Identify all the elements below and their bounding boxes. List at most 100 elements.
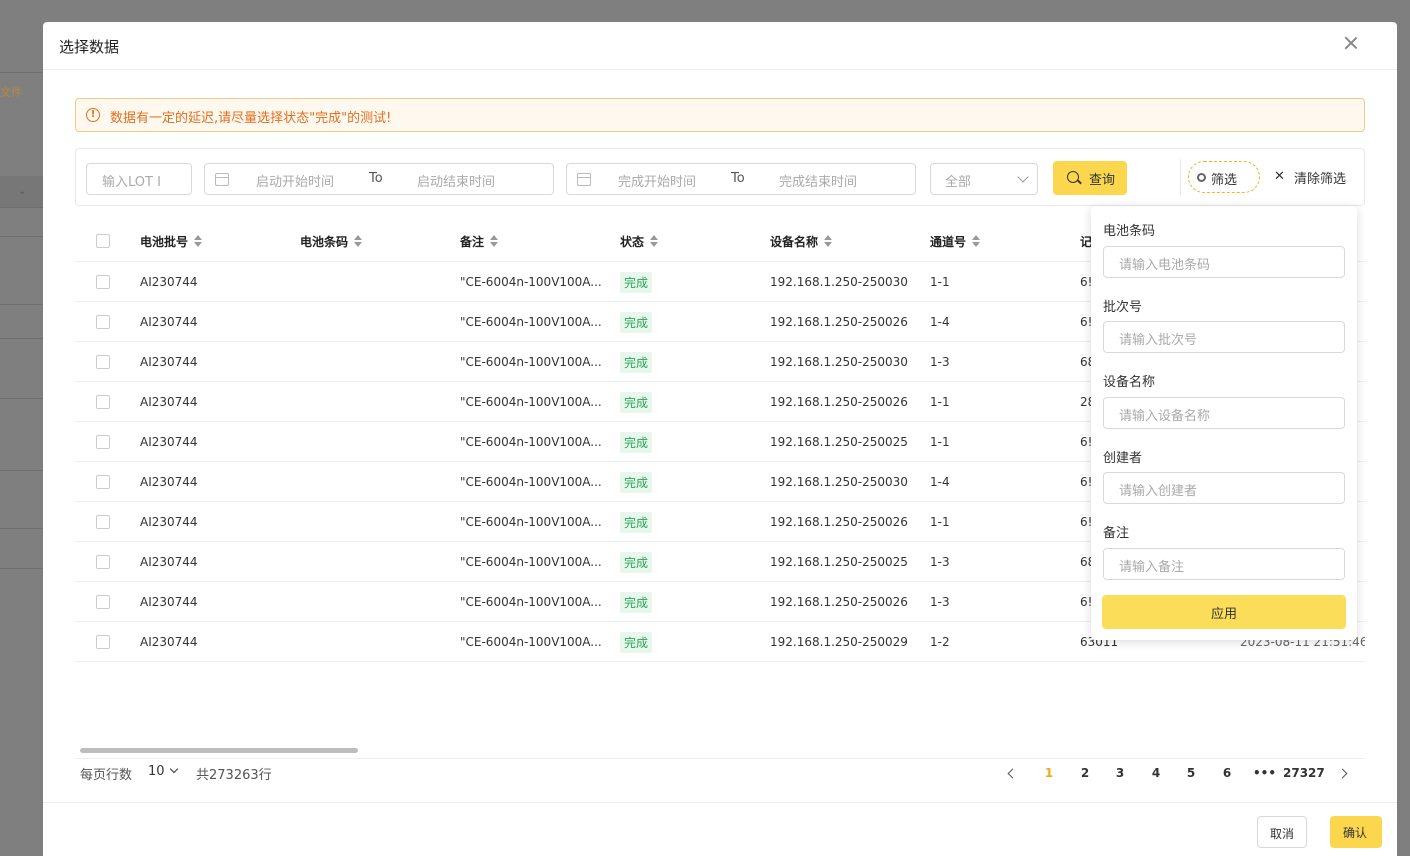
query-button[interactable]: 查询 bbox=[1053, 161, 1127, 195]
cell-note: "CE-6004n-100V100A... bbox=[460, 475, 602, 489]
status-select-value: 全部 bbox=[945, 175, 972, 190]
finish-time-range[interactable]: 完成开始时间 To 完成结束时间 bbox=[566, 163, 916, 195]
device-input[interactable]: 请输入设备名称 bbox=[1103, 397, 1345, 429]
cell-channel: 1-3 bbox=[930, 595, 950, 609]
cell-channel: 1-1 bbox=[930, 395, 950, 409]
row-checkbox[interactable] bbox=[96, 595, 110, 609]
cell-batch: AI230744 bbox=[140, 315, 198, 329]
barcode-input[interactable]: 请输入电池条码 bbox=[1103, 246, 1345, 278]
sort-icon[interactable] bbox=[194, 235, 203, 247]
page-3[interactable]: 3 bbox=[1115, 766, 1125, 780]
status-select[interactable]: 全部 bbox=[930, 163, 1038, 195]
cancel-button[interactable]: 取消 bbox=[1257, 816, 1307, 848]
row-checkbox[interactable] bbox=[96, 435, 110, 449]
row-checkbox[interactable] bbox=[96, 555, 110, 569]
cell-channel: 1-3 bbox=[930, 555, 950, 569]
search-icon bbox=[1067, 171, 1079, 183]
query-label: 查询 bbox=[1089, 173, 1116, 188]
cell-batch: AI230744 bbox=[140, 555, 198, 569]
cell-note: "CE-6004n-100V100A... bbox=[460, 355, 602, 369]
column-header-device[interactable]: 设备名称 bbox=[770, 233, 833, 250]
column-header-batch[interactable]: 电池批号 bbox=[140, 233, 203, 250]
sort-icon[interactable] bbox=[490, 235, 499, 247]
delay-warning-alert: ! 数据有一定的延迟,请尽量选择状态"完成"的测试! bbox=[75, 98, 1365, 132]
cell-note: "CE-6004n-100V100A... bbox=[460, 435, 602, 449]
page-last[interactable]: 27327 bbox=[1283, 766, 1325, 780]
filter-icon bbox=[1197, 173, 1206, 182]
creator-input[interactable]: 请输入创建者 bbox=[1103, 472, 1345, 504]
column-header-barcode[interactable]: 电池条码 bbox=[300, 233, 363, 250]
range-separator: To bbox=[731, 171, 745, 186]
status-badge: 完成 bbox=[620, 552, 653, 573]
sort-icon[interactable] bbox=[650, 235, 659, 247]
start-begin-placeholder: 启动开始时间 bbox=[256, 175, 335, 190]
cell-note: "CE-6004n-100V100A... bbox=[460, 595, 602, 609]
horizontal-scrollbar[interactable] bbox=[80, 748, 358, 753]
batch-input[interactable]: 请输入批次号 bbox=[1103, 321, 1345, 353]
cell-batch: AI230744 bbox=[140, 355, 198, 369]
filter-button[interactable]: 筛选 bbox=[1188, 161, 1260, 193]
row-checkbox[interactable] bbox=[96, 515, 110, 529]
cell-device: 192.168.1.250-250026 bbox=[770, 595, 908, 609]
page-ellipsis[interactable]: ••• bbox=[1253, 766, 1276, 780]
row-checkbox[interactable] bbox=[96, 635, 110, 649]
cell-device: 192.168.1.250-250029 bbox=[770, 635, 908, 649]
cell-device: 192.168.1.250-250026 bbox=[770, 395, 908, 409]
barcode-label: 电池条码 bbox=[1103, 224, 1156, 239]
column-header-note[interactable]: 备注 bbox=[460, 233, 499, 250]
confirm-button[interactable]: 确认 bbox=[1330, 816, 1382, 848]
page-1[interactable]: 1 bbox=[1044, 766, 1054, 780]
sort-icon[interactable] bbox=[972, 235, 981, 247]
sort-icon[interactable] bbox=[354, 235, 363, 247]
page-2[interactable]: 2 bbox=[1080, 766, 1090, 780]
apply-button[interactable]: 应用 bbox=[1102, 595, 1346, 629]
close-icon[interactable] bbox=[1339, 32, 1363, 56]
device-label: 设备名称 bbox=[1103, 375, 1156, 390]
cell-device: 192.168.1.250-250026 bbox=[770, 515, 908, 529]
status-badge: 完成 bbox=[620, 312, 653, 333]
status-badge: 完成 bbox=[620, 592, 653, 613]
clear-filter-label: 清除筛选 bbox=[1294, 172, 1347, 187]
background-divider bbox=[0, 528, 44, 529]
select-all-checkbox[interactable] bbox=[96, 234, 110, 248]
note-input[interactable]: 请输入备注 bbox=[1103, 548, 1345, 580]
cell-note: "CE-6004n-100V100A... bbox=[460, 555, 602, 569]
chevron-down-icon bbox=[1017, 171, 1029, 183]
background-divider bbox=[0, 72, 44, 73]
sort-icon[interactable] bbox=[824, 235, 833, 247]
row-checkbox[interactable] bbox=[96, 275, 110, 289]
close-icon: ✕ bbox=[1274, 169, 1285, 184]
column-header-channel[interactable]: 通道号 bbox=[930, 233, 981, 250]
row-checkbox[interactable] bbox=[96, 475, 110, 489]
page-4[interactable]: 4 bbox=[1151, 766, 1161, 780]
status-badge: 完成 bbox=[620, 512, 653, 533]
background-divider bbox=[0, 338, 44, 339]
cell-channel: 1-4 bbox=[930, 315, 950, 329]
lot-input[interactable]: 输入LOT I bbox=[86, 163, 192, 195]
next-page-icon[interactable] bbox=[1337, 768, 1348, 779]
divider bbox=[43, 802, 1397, 803]
batch-label: 批次号 bbox=[1103, 300, 1143, 315]
prev-page-icon[interactable] bbox=[1007, 768, 1018, 779]
row-checkbox[interactable] bbox=[96, 355, 110, 369]
cell-device: 192.168.1.250-250030 bbox=[770, 475, 908, 489]
row-checkbox[interactable] bbox=[96, 315, 110, 329]
page-5[interactable]: 5 bbox=[1186, 766, 1196, 780]
divider bbox=[75, 758, 1365, 759]
cell-device: 192.168.1.250-250026 bbox=[770, 315, 908, 329]
page-6[interactable]: 6 bbox=[1222, 766, 1232, 780]
cell-note: "CE-6004n-100V100A... bbox=[460, 635, 602, 649]
cell-device: 192.168.1.250-250030 bbox=[770, 355, 908, 369]
background-divider bbox=[0, 304, 44, 305]
filter-bar: 输入LOT I 启动开始时间 To 启动结束时间 完成开始时间 To 完成结束时… bbox=[75, 148, 1365, 206]
start-time-range[interactable]: 启动开始时间 To 启动结束时间 bbox=[204, 163, 554, 195]
row-checkbox[interactable] bbox=[96, 395, 110, 409]
cell-batch: AI230744 bbox=[140, 635, 198, 649]
finish-end-placeholder: 完成结束时间 bbox=[779, 175, 858, 190]
page-size-select[interactable]: 10 bbox=[148, 764, 178, 779]
cell-channel: 1-3 bbox=[930, 355, 950, 369]
background-divider bbox=[0, 398, 44, 399]
cell-note: "CE-6004n-100V100A... bbox=[460, 395, 602, 409]
column-header-status[interactable]: 状态 bbox=[620, 233, 659, 250]
background-divider bbox=[0, 236, 44, 237]
